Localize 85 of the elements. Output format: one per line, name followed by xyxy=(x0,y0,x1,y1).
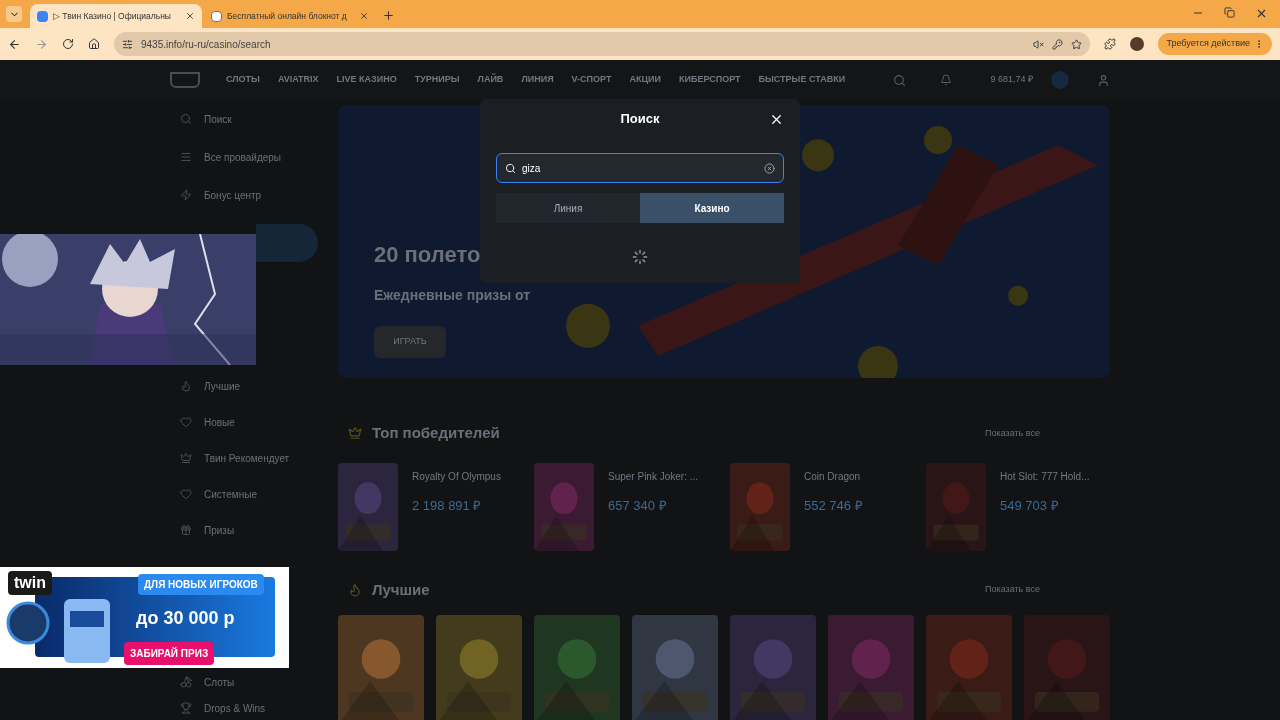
nav-link[interactable]: ЛАЙВ xyxy=(477,73,504,87)
nav-link[interactable]: V-СПОРТ xyxy=(571,73,612,87)
game-title: Hot Slot: 777 Hold... xyxy=(1000,469,1090,484)
sidebar-item[interactable]: Бонус центр xyxy=(160,176,318,214)
home-icon[interactable] xyxy=(88,38,100,50)
sidebar-item[interactable]: Drops & Wins xyxy=(160,696,318,720)
action-button[interactable]: Требуется действие xyxy=(1158,33,1272,55)
extensions-icon[interactable] xyxy=(1104,38,1117,50)
sidebar-icon xyxy=(180,702,192,714)
restore-icon[interactable] xyxy=(1224,7,1235,18)
sidebar-item[interactable]: Системные xyxy=(160,476,318,512)
dialog-tab[interactable]: Казино xyxy=(640,193,784,223)
sidebar-icon xyxy=(180,416,192,428)
key-icon[interactable] xyxy=(1052,38,1064,50)
nav-link[interactable]: ЛИНИЯ xyxy=(521,73,554,87)
show-all-link[interactable]: Показать все xyxy=(985,426,1040,440)
nav-link[interactable]: КИБЕРСПОРТ xyxy=(679,73,741,87)
game-title: Coin Dragon xyxy=(804,469,862,484)
forward-icon[interactable] xyxy=(35,37,48,51)
play-button[interactable]: ИГРАТЬ xyxy=(374,326,446,358)
browser-tab[interactable]: ▷ Твин Казино | Официальны xyxy=(30,4,202,28)
sidebar-item[interactable]: Все провайдеры xyxy=(160,138,318,176)
sidebar-icon xyxy=(180,189,192,201)
game-title: Royalty Of Olympus xyxy=(412,469,501,484)
sidebar-item[interactable]: Новые xyxy=(160,404,318,440)
sidebar-icon xyxy=(180,488,192,500)
sidebar-icon xyxy=(180,524,192,536)
crown-icon xyxy=(348,426,362,441)
sidebar-icon xyxy=(180,151,192,163)
dialog-title: Поиск xyxy=(620,110,660,129)
sidebar-icon xyxy=(180,676,192,688)
bell-icon[interactable] xyxy=(940,74,953,86)
url-text: 9435.info/ru-ru/casino/search xyxy=(141,37,272,52)
nav-link[interactable]: AVIATRIX xyxy=(277,73,319,87)
nav-link[interactable]: ТУРНИРЫ xyxy=(414,73,460,87)
sidebar-item[interactable]: Призы xyxy=(160,512,318,548)
nav-link[interactable]: СЛОТЫ xyxy=(226,73,260,87)
sidebar-item[interactable]: Поиск xyxy=(160,100,318,138)
site-icon xyxy=(37,10,48,22)
win-amount: 552 746 ₽ xyxy=(804,496,863,515)
nav-link[interactable]: АКЦИИ xyxy=(629,73,661,87)
reload-icon[interactable] xyxy=(62,38,74,50)
banner-amount: до 30 000 р xyxy=(136,607,235,630)
tab-title: Бесплатный онлайн блокнот д xyxy=(227,9,347,23)
nav-link[interactable]: LIVE КАЗИНО xyxy=(336,73,397,87)
balance-text[interactable]: 9 681,74 ₽ xyxy=(990,73,1033,87)
sidebar-item[interactable]: Лучшие xyxy=(160,368,318,404)
sidebar-icon xyxy=(180,452,192,464)
banner-headline: ДЛЯ НОВЫХ ИГРОКОВ xyxy=(138,574,264,595)
user-icon[interactable] xyxy=(1097,73,1110,87)
flame-icon xyxy=(348,582,362,597)
address-bar[interactable]: 9435.info/ru-ru/casino/search xyxy=(114,32,1091,56)
dialog-tab[interactable]: Линия xyxy=(496,193,640,223)
win-amount: 657 340 ₽ xyxy=(608,496,668,515)
sidebar-item[interactable]: Слоты xyxy=(160,668,318,696)
hero-title: 20 полето xyxy=(374,241,481,269)
close-icon[interactable] xyxy=(185,11,195,21)
sidebar-item[interactable]: Твин Рекомендует xyxy=(160,440,318,476)
game-title: Super Pink Joker: ... xyxy=(608,469,699,484)
search-field[interactable]: giza xyxy=(496,153,784,183)
notepad-icon xyxy=(211,10,222,22)
profile-avatar[interactable] xyxy=(1130,37,1145,51)
site-settings-icon xyxy=(122,38,133,50)
sidebar-icon xyxy=(180,113,192,125)
back-icon[interactable] xyxy=(8,37,21,51)
bookmark-icon[interactable] xyxy=(1071,38,1083,50)
loading-spinner-icon xyxy=(632,249,648,265)
win-amount: 2 198 891 ₽ xyxy=(412,496,483,515)
browser-tab[interactable]: Бесплатный онлайн блокнот д xyxy=(204,4,376,28)
search-icon[interactable] xyxy=(893,73,907,87)
show-all-link[interactable]: Показать все xyxy=(985,583,1040,597)
close-icon[interactable] xyxy=(1255,7,1268,20)
new-tab-icon[interactable] xyxy=(382,9,395,22)
win-amount: 549 703 ₽ xyxy=(1000,496,1060,515)
muted-icon[interactable] xyxy=(1033,38,1045,50)
hero-subtitle: Ежедневные призы от xyxy=(374,286,531,305)
sidebar-icon xyxy=(180,380,192,392)
section-title: Лучшие xyxy=(372,579,430,600)
search-icon xyxy=(505,162,516,174)
section-title: Топ победителей xyxy=(372,423,500,443)
tab-title: ▷ Твин Казино | Официальны xyxy=(53,9,171,23)
claim-prize-button[interactable]: ЗАБИРАЙ ПРИЗ xyxy=(124,642,215,665)
banner-logo: twin xyxy=(8,571,52,595)
nav-link[interactable]: БЫСТРЫЕ СТАВКИ xyxy=(758,73,846,87)
clear-icon[interactable] xyxy=(764,162,775,174)
